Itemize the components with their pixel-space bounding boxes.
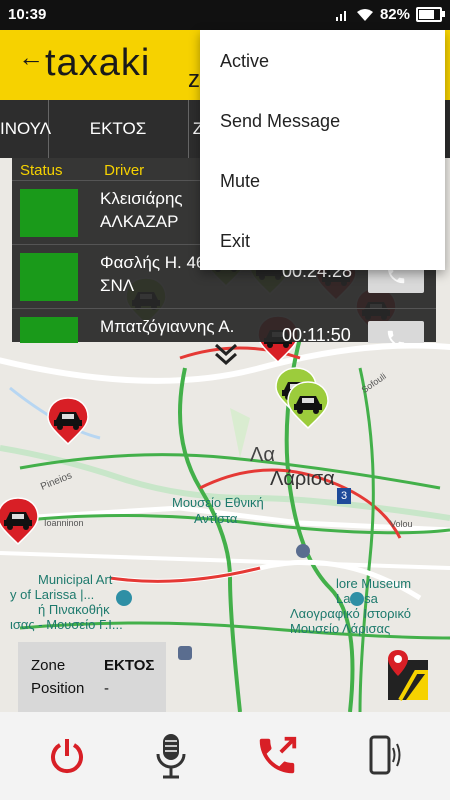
push-to-talk-button[interactable] [146, 730, 196, 782]
call-driver-button[interactable] [368, 321, 424, 343]
app-logo: ←taxaki [18, 42, 151, 84]
driver-name: Φασλής Η. 464 ΣΝΛ [100, 253, 215, 295]
zone-info-box: Zone ΕΚΤΟΣ Position - [18, 642, 166, 712]
status-time: 10:39 [8, 6, 47, 23]
power-button[interactable] [42, 730, 92, 782]
driver-name: Μπατζόγιαννης Α. [100, 317, 235, 336]
bottom-action-bar [0, 712, 450, 800]
map-label-museum-national: Μουσείο Εθνική Αντίστα [172, 495, 264, 526]
phone-icon [387, 330, 405, 343]
tab-zone-inoul[interactable]: ΙΝΟΥΛ [0, 100, 51, 158]
taxi-icon [0, 497, 39, 546]
header-status: Status [20, 162, 63, 179]
map-label-city-prefix: Λα [250, 444, 275, 466]
battery-icon [416, 7, 445, 22]
map-label-city: Λάρισα [270, 468, 335, 490]
chevron-double-down-icon [214, 343, 238, 366]
museum-pin-icon [350, 592, 364, 606]
free-taxi-marker[interactable] [286, 380, 330, 430]
road-badge: 3 [337, 488, 351, 504]
driver-elapsed-time: 00:11:50 [282, 325, 351, 343]
driver-row[interactable]: Μπατζόγιαννης Α. 00:11:50 [12, 308, 436, 343]
taxi-icon [287, 381, 329, 430]
logo-arrow: ← [18, 42, 45, 72]
driver-status-indicator [20, 317, 78, 343]
header-driver: Driver [104, 162, 145, 179]
overflow-menu: Active Send Message Mute Exit [200, 30, 445, 270]
busy-taxi-marker[interactable] [0, 496, 40, 546]
bus-stop-icon [178, 646, 192, 660]
device-vibrate-button[interactable] [356, 730, 406, 782]
system-status-bar: 10:39 82% [0, 0, 450, 30]
position-label: Position [31, 680, 85, 697]
outgoing-call-button[interactable] [252, 730, 302, 782]
phone-outgoing-icon [259, 736, 297, 774]
train-station-icon [296, 544, 310, 558]
microphone-icon [156, 734, 186, 779]
busy-taxi-marker[interactable] [46, 396, 90, 446]
taxi-icon [47, 397, 89, 446]
map-label-municipal-art: Municipal Art y of Larissa |... ή Πινακο… [10, 572, 123, 632]
menu-item-send-message[interactable]: Send Message [220, 111, 340, 132]
driver-status-indicator [20, 189, 78, 237]
museum-pin-icon [116, 590, 132, 606]
menu-item-active[interactable]: Active [220, 51, 269, 72]
menu-item-exit[interactable]: Exit [220, 231, 250, 252]
position-value: - [104, 680, 109, 697]
zone-title-partial: z [188, 66, 200, 93]
signal-icon [335, 10, 346, 21]
driver-name: Κλεισιάρης ΑΛΚΑΖΑΡ [100, 189, 183, 231]
wifi-icon [356, 8, 373, 21]
battery-percent: 82% [379, 6, 410, 23]
tab-zone-ektos[interactable]: ΕΚΤΟΣ [48, 100, 189, 158]
map-label-folklore-museum: lore Museum Larissa Λαογραφικό Ιστορικό … [290, 576, 412, 636]
map-label-ioannina: Ioanninon [44, 518, 84, 528]
collapse-panel-button[interactable] [212, 342, 240, 368]
menu-item-mute[interactable]: Mute [220, 171, 260, 192]
driver-status-indicator [20, 253, 78, 301]
zone-label: Zone [31, 657, 66, 674]
open-navigation-button[interactable] [386, 650, 430, 702]
directions-map-icon [388, 650, 428, 701]
power-icon [51, 739, 83, 774]
phone-vibrate-icon [369, 735, 401, 775]
zone-value: ΕΚΤΟΣ [104, 657, 155, 674]
drivers-panel-header: Status Driver [20, 162, 144, 179]
map-label-volou: Volou [390, 519, 413, 529]
